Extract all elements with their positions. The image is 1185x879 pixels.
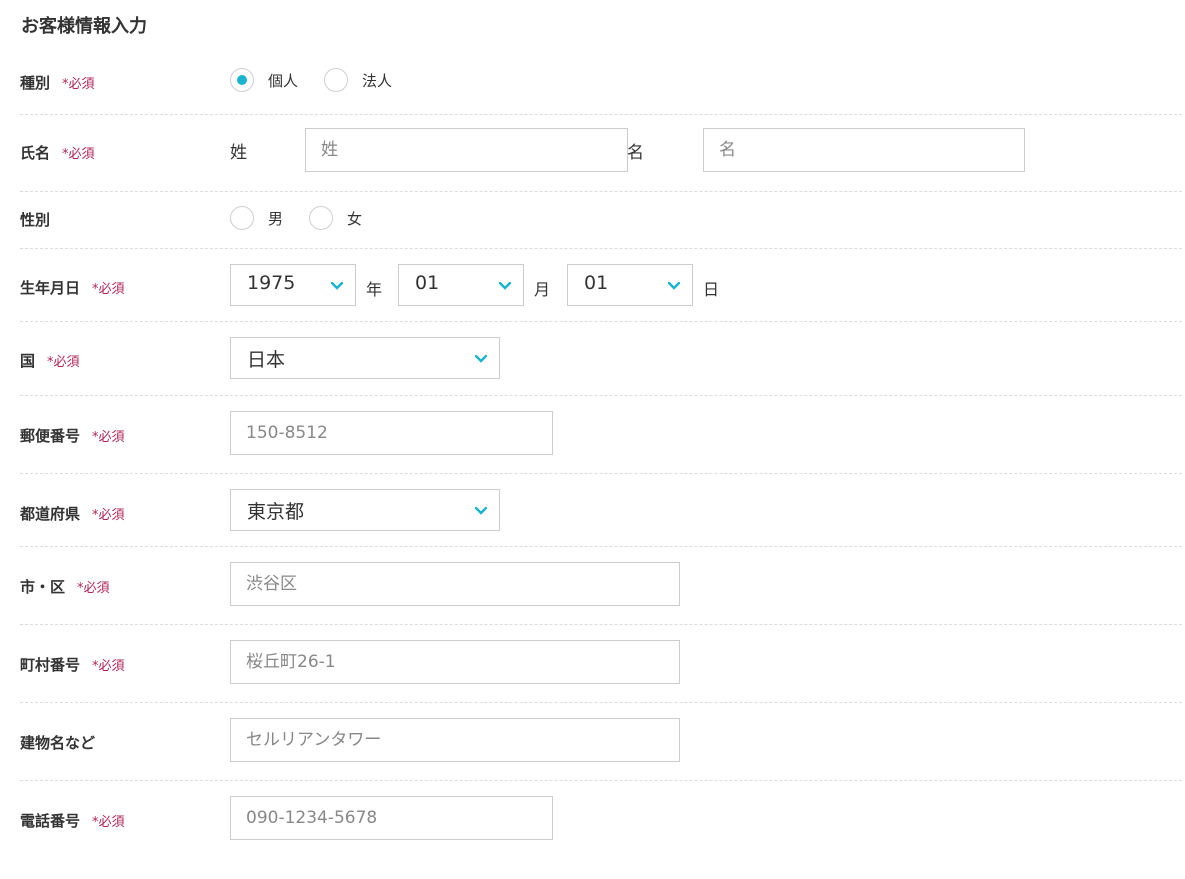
prefecture-label: 都道府県 *必須 xyxy=(20,505,125,523)
building-input[interactable] xyxy=(230,718,680,762)
last-name-input[interactable] xyxy=(305,128,628,172)
required-badge: *必須 xyxy=(47,355,80,370)
chevron-down-icon xyxy=(668,282,680,290)
prefecture-select[interactable]: 東京都 xyxy=(230,489,500,531)
chevron-down-icon xyxy=(475,507,487,515)
month-suffix: 月 xyxy=(534,280,551,299)
type-radio-corporate[interactable]: 法人 xyxy=(324,68,392,92)
postal-label: 郵便番号 *必須 xyxy=(20,427,125,445)
address-label: 町村番号 *必須 xyxy=(20,656,125,674)
first-name-label: 名 xyxy=(627,143,644,163)
form-row-postal: 郵便番号 *必須 xyxy=(20,396,1182,474)
radio-unchecked-icon[interactable] xyxy=(309,206,334,230)
form-row-phone: 電話番号 *必須 xyxy=(20,781,1182,859)
phone-label: 電話番号 *必須 xyxy=(20,812,125,830)
required-badge: *必須 xyxy=(77,581,110,596)
form-row-birthdate: 生年月日 *必須 1975 年 01 月 01 日 xyxy=(20,249,1182,322)
country-select[interactable]: 日本 xyxy=(230,337,500,379)
type-option-label: 個人 xyxy=(268,71,299,90)
year-suffix: 年 xyxy=(366,280,383,299)
required-badge: *必須 xyxy=(92,659,125,674)
birthdate-label: 生年月日 *必須 xyxy=(20,279,125,297)
form-row-city: 市・区 *必須 xyxy=(20,547,1182,625)
required-badge: *必須 xyxy=(92,430,125,445)
phone-input[interactable] xyxy=(230,796,553,840)
birth-month-value: 01 xyxy=(415,272,440,294)
city-input[interactable] xyxy=(230,562,680,606)
form-row-building: 建物名など xyxy=(20,703,1182,781)
form-row-prefecture: 都道府県 *必須 東京都 xyxy=(20,474,1182,547)
required-badge: *必須 xyxy=(62,77,95,92)
radio-unchecked-icon[interactable] xyxy=(324,68,349,92)
country-label: 国 *必須 xyxy=(20,352,80,370)
city-label: 市・区 *必須 xyxy=(20,578,110,596)
type-radio-individual[interactable]: 個人 xyxy=(230,68,298,92)
form-row-country: 国 *必須 日本 xyxy=(20,322,1182,396)
radio-checked-icon[interactable] xyxy=(230,68,254,92)
day-suffix: 日 xyxy=(703,280,720,299)
gender-label: 性別 xyxy=(20,211,51,229)
required-badge: *必須 xyxy=(62,147,95,162)
name-label: 氏名 *必須 xyxy=(20,144,95,162)
required-badge: *必須 xyxy=(92,282,125,297)
address-input[interactable] xyxy=(230,640,680,684)
postal-code-input[interactable] xyxy=(230,411,553,455)
type-option-label: 法人 xyxy=(362,71,393,90)
last-name-label: 姓 xyxy=(230,143,247,163)
building-label: 建物名など xyxy=(20,734,96,752)
gender-option-label: 男 xyxy=(268,209,284,228)
gender-radio-male[interactable]: 男 xyxy=(230,206,283,230)
gender-radio-group: 男 女 xyxy=(230,206,388,230)
form-row-type: 種別 *必須 個人 法人 xyxy=(20,48,1182,115)
first-name-input[interactable] xyxy=(703,128,1025,172)
birth-year-select[interactable]: 1975 xyxy=(230,264,356,306)
birth-year-value: 1975 xyxy=(247,272,296,294)
form-row-name: 氏名*必須 姓 名 xyxy=(20,115,1182,192)
chevron-down-icon xyxy=(475,355,487,363)
birth-day-select[interactable]: 01 xyxy=(567,264,693,306)
prefecture-value: 東京都 xyxy=(247,501,305,523)
birth-day-value: 01 xyxy=(584,272,609,294)
required-badge: *必須 xyxy=(92,815,125,830)
chevron-down-icon xyxy=(499,282,511,290)
required-badge: *必須 xyxy=(92,508,125,523)
page-title: お客様情報入力 xyxy=(21,16,147,37)
country-value: 日本 xyxy=(247,349,286,371)
type-radio-group: 個人 法人 xyxy=(230,68,418,92)
birth-month-select[interactable]: 01 xyxy=(398,264,524,306)
form-row-gender: 性別 男 女 xyxy=(20,192,1182,249)
gender-option-label: 女 xyxy=(347,209,363,228)
gender-radio-female[interactable]: 女 xyxy=(309,206,362,230)
type-label: 種別 *必須 xyxy=(20,74,95,92)
radio-unchecked-icon[interactable] xyxy=(230,206,254,230)
form-row-address: 町村番号 *必須 xyxy=(20,625,1182,703)
chevron-down-icon xyxy=(331,282,343,290)
